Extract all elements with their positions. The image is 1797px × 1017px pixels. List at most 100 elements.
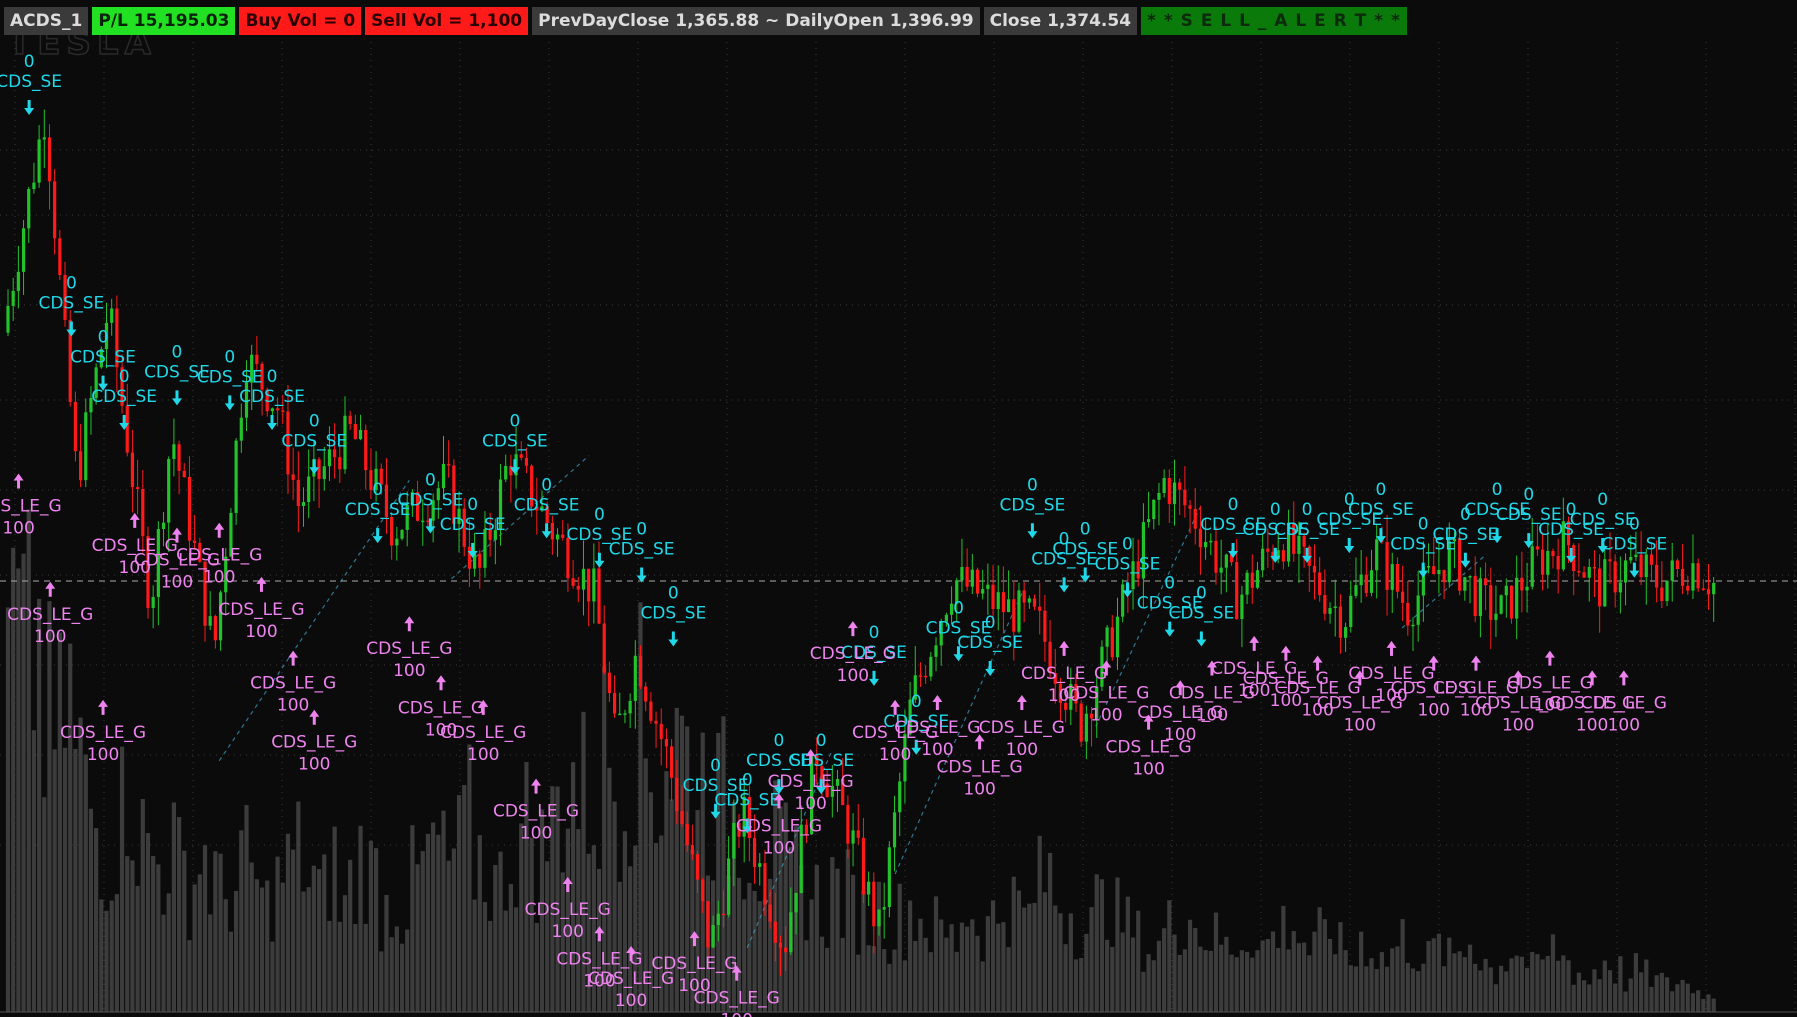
candle-body	[851, 830, 855, 844]
volume-bar	[156, 864, 161, 1012]
price-chart[interactable]: TESLA 0CDS_SE0CDS_SE0CDS_SE0CDS_SE0CDS_S…	[0, 0, 1797, 1017]
sell-signal-qty: 0	[510, 411, 521, 431]
volume-bar	[954, 951, 959, 1012]
candle-body	[478, 553, 482, 568]
candle-body	[1012, 599, 1016, 632]
candle-body	[1022, 590, 1026, 603]
candle-body	[270, 408, 275, 412]
buy-arrow-icon	[214, 522, 225, 538]
sell-arrow-icon	[66, 321, 77, 337]
volume-bar	[1006, 947, 1011, 1012]
volume-bar	[1063, 944, 1068, 1012]
sell-signal-qty: 0	[953, 598, 964, 618]
volume-bar	[975, 935, 980, 1012]
volume-bar	[1400, 919, 1405, 1012]
sell-arrow-icon	[1080, 567, 1091, 583]
volume-bar	[1545, 955, 1550, 1012]
candle-body	[1084, 713, 1088, 742]
volume-bar	[254, 879, 259, 1012]
buy-signal-qty: 100	[1006, 740, 1038, 760]
buy-signal-label: CDS_LE_G	[250, 674, 336, 694]
candle-body	[1649, 554, 1654, 565]
candle-body	[918, 675, 923, 677]
volume-bar	[503, 910, 508, 1012]
volume-bar	[1265, 938, 1270, 1012]
candle-body	[768, 904, 772, 922]
volume-bar	[130, 860, 135, 1012]
candle-body	[970, 569, 974, 587]
volume-bar	[809, 899, 814, 1012]
buy-arrow-icon	[256, 576, 267, 592]
volume-bar	[306, 887, 311, 1012]
sell-signal-qty: 0	[467, 495, 478, 515]
volume-bar	[1229, 954, 1234, 1012]
candle-body	[752, 838, 757, 867]
volume-bar	[363, 923, 368, 1012]
candle-body	[1146, 519, 1151, 523]
candle-body	[317, 459, 321, 480]
candle-body	[561, 534, 565, 538]
candle-body	[353, 423, 357, 440]
buy-arrow-icon	[129, 512, 140, 528]
buy-signal-label: CDS_LE_G	[736, 816, 822, 836]
volume-bar	[94, 828, 99, 1012]
volume-bar	[73, 748, 78, 1012]
volume-bar	[1696, 990, 1701, 1012]
candle-body	[1017, 590, 1021, 632]
volume-bar	[871, 946, 876, 1012]
volume-bar	[1680, 979, 1685, 1012]
volume-bar	[161, 914, 166, 1012]
candle-body	[1499, 595, 1503, 614]
candle-body	[1473, 576, 1477, 617]
volume-bar	[52, 749, 57, 1012]
buy-signal-qty: 100	[203, 568, 235, 588]
candle-body	[861, 837, 866, 895]
candle-body	[281, 410, 285, 412]
candle-body	[1224, 554, 1228, 568]
volume-bar	[1602, 960, 1607, 1012]
candle-body	[1354, 585, 1358, 596]
sell-arrow-icon	[1196, 631, 1207, 647]
candle-body	[1509, 585, 1514, 619]
volume-bar	[1130, 937, 1136, 1012]
buy-signal-qty: 100	[1196, 706, 1228, 726]
candle-body	[1369, 570, 1374, 593]
volume-bar	[171, 802, 177, 1012]
candle-body	[581, 568, 586, 590]
candle-body	[400, 529, 404, 539]
candle-body	[358, 429, 363, 440]
volume-bar	[1561, 955, 1566, 1012]
candle-body	[898, 781, 902, 813]
volume-bar	[1317, 907, 1322, 1012]
buy-arrow-icon	[404, 616, 415, 632]
volume-bar	[208, 914, 213, 1012]
volume-bar	[202, 845, 208, 1012]
candle-body	[53, 181, 57, 239]
volume-bar	[902, 960, 908, 1012]
buy-signal-label: CDS_LE_G	[60, 723, 146, 743]
candle-body	[364, 429, 368, 471]
volume-bar	[78, 717, 83, 1012]
volume-bar	[1442, 966, 1447, 1012]
candle-body	[1375, 539, 1379, 571]
candle-body	[1520, 577, 1524, 591]
candle-body	[778, 942, 783, 948]
candle-body	[965, 566, 969, 587]
candle-body	[1115, 616, 1120, 658]
candle-body	[1105, 627, 1109, 647]
volume-bar	[197, 874, 202, 1012]
sell-signal-qty: 0	[1376, 480, 1387, 500]
candle-body	[924, 675, 928, 678]
candle-body	[338, 457, 342, 470]
candle-body	[685, 823, 689, 846]
volume-bar	[1333, 954, 1338, 1012]
symbol-badge[interactable]: ACDS_1	[4, 7, 89, 35]
candle-body	[872, 881, 876, 927]
candle-body	[255, 354, 259, 364]
candle-body	[550, 522, 554, 540]
volume-bar	[1312, 931, 1317, 1012]
candle-body	[867, 881, 871, 895]
volume-bar	[114, 894, 119, 1012]
volume-bar	[819, 936, 825, 1012]
volume-bar	[1291, 931, 1296, 1012]
